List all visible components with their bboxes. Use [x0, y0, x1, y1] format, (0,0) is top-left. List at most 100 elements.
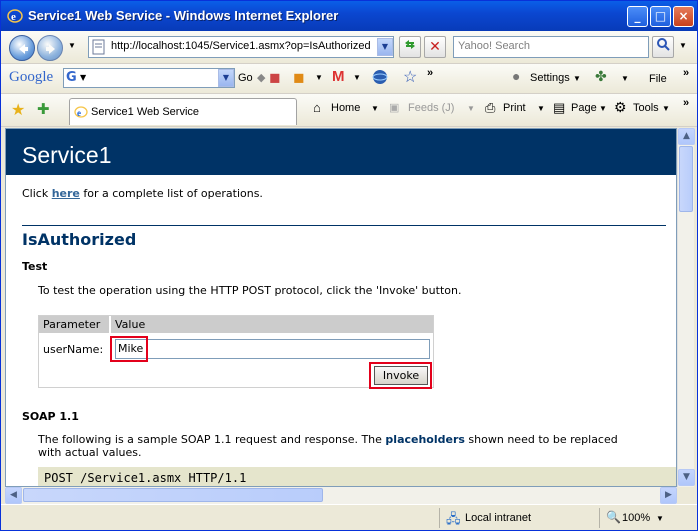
search-placeholder: Yahoo! Search — [458, 40, 530, 52]
zoom-icon: 🔍 — [606, 510, 621, 524]
svg-text:e: e — [77, 108, 81, 118]
tools-menu-dropdown-icon[interactable]: ▼ — [662, 104, 670, 113]
gmail-icon[interactable]: M — [332, 68, 345, 85]
horizontal-scroll-thumb[interactable] — [23, 488, 323, 502]
google-toolbar: Google G ▼ ▼ Go ◆ ◼ ◼ ▼ M ▼ ☆ » ● Settin… — [1, 64, 697, 94]
feeds-dropdown-icon[interactable]: ▼ — [467, 104, 475, 113]
code-line: POST /Service1.asmx HTTP/1.1 — [44, 471, 247, 485]
soap-text-suffix: shown need to be replaced — [464, 433, 618, 446]
browser-window: e Service1 Web Service - Windows Interne… — [0, 0, 698, 531]
window-title: Service1 Web Service - Windows Internet … — [28, 8, 339, 23]
print-icon: ⎙ — [485, 100, 496, 115]
bookmarks-icon[interactable]: ◼ — [269, 69, 281, 86]
zoom-dropdown-icon[interactable]: ▼ — [656, 514, 664, 523]
soap-heading: SOAP 1.1 — [22, 410, 79, 423]
page-icon — [92, 39, 106, 58]
tools-menu-button[interactable]: Tools — [633, 102, 659, 114]
tools-gear-icon[interactable]: ✤ — [595, 68, 607, 85]
username-input[interactable]: Mike — [115, 339, 430, 359]
google-history-dropdown-icon[interactable]: ▼ — [218, 69, 234, 87]
favorites-star-icon[interactable]: ★ — [11, 100, 25, 120]
home-button[interactable]: Home — [331, 102, 360, 114]
horizontal-scrollbar[interactable]: ◀ ▶ — [5, 487, 677, 504]
add-favorites-icon[interactable]: ✚ — [37, 100, 50, 118]
svg-text:e: e — [11, 11, 16, 23]
google-go-button[interactable]: Go — [238, 72, 253, 84]
zone-segment: 🖧 Local intranet — [439, 508, 599, 528]
search-button[interactable] — [652, 36, 674, 58]
tab-page-icon: e — [74, 105, 88, 122]
history-dropdown-icon[interactable]: ▼ — [68, 41, 76, 50]
popup-dropdown-icon[interactable]: ▼ — [315, 73, 323, 82]
google-logo: Google — [9, 69, 54, 85]
stop-button[interactable]: ✕ — [424, 36, 446, 58]
maximize-button[interactable]: □ — [650, 6, 671, 27]
address-bar[interactable]: http://localhost:1045/Service1.asmx?op=I… — [88, 36, 394, 58]
settings-button[interactable]: Settings — [530, 72, 570, 84]
settings-dropdown-icon[interactable]: ▼ — [573, 74, 581, 83]
refresh-button[interactable] — [399, 36, 421, 58]
test-form: Parameter Value userName: Mike Invoke — [38, 315, 434, 389]
operations-list-link[interactable]: here — [52, 187, 80, 200]
code-sample: POST /Service1.asmx HTTP/1.1 — [38, 467, 676, 486]
settings-icon: ● — [512, 68, 521, 84]
minimize-button[interactable]: _ — [627, 6, 648, 27]
globe-icon[interactable] — [371, 68, 389, 89]
zoom-segment[interactable]: 🔍 100% ▼ — [599, 508, 695, 528]
command-overflow-chevron-icon[interactable]: » — [683, 97, 689, 109]
vertical-scroll-thumb[interactable] — [679, 146, 693, 212]
overflow-chevron-icon[interactable]: » — [427, 67, 433, 79]
google-engine-dropdown-icon[interactable]: ▼ — [80, 73, 86, 82]
stop-icon: ✕ — [429, 39, 441, 55]
star-icon[interactable]: ☆ — [403, 67, 417, 87]
search-options-dropdown-icon[interactable]: ▼ — [679, 41, 687, 50]
feeds-button[interactable]: Feeds (J) — [408, 102, 454, 114]
close-button[interactable]: × — [673, 6, 694, 27]
feeds-icon: ▣ — [389, 102, 400, 114]
back-button[interactable] — [9, 35, 35, 61]
print-button[interactable]: Print — [503, 102, 526, 114]
home-dropdown-icon[interactable]: ▼ — [371, 104, 379, 113]
scroll-up-button[interactable]: ▲ — [678, 128, 695, 145]
gmail-dropdown-icon[interactable]: ▼ — [353, 73, 361, 82]
vertical-scrollbar[interactable]: ▲ ▼ — [677, 128, 695, 487]
intro-prefix: Click — [22, 187, 52, 200]
soap-text-prefix: The following is a sample SOAP 1.1 reque… — [38, 433, 386, 446]
intro-suffix: for a complete list of operations. — [79, 187, 263, 200]
title-bar: e Service1 Web Service - Windows Interne… — [1, 1, 697, 31]
address-dropdown-icon[interactable]: ▼ — [377, 38, 393, 56]
intranet-icon: 🖧 — [446, 511, 461, 526]
tab-service1[interactable]: e Service1 Web Service — [69, 98, 297, 125]
status-bar: 🖧 Local intranet 🔍 100% ▼ — [1, 504, 697, 530]
address-url: http://localhost:1045/Service1.asmx?op=I… — [111, 40, 371, 52]
scroll-right-button[interactable]: ▶ — [660, 487, 677, 504]
value-column-header: Value — [115, 318, 146, 331]
page-menu-icon: ▤ — [553, 100, 566, 115]
print-dropdown-icon[interactable]: ▼ — [537, 104, 545, 113]
menu-overflow-chevron-icon[interactable]: » — [683, 67, 689, 79]
search-box[interactable]: Yahoo! Search — [453, 36, 649, 58]
page-header: Service1 — [6, 129, 676, 175]
tools-menu-icon: ⚙ — [614, 99, 627, 115]
ie-logo-icon: e — [7, 8, 23, 24]
scroll-left-button[interactable]: ◀ — [5, 487, 22, 504]
tab-label: Service1 Web Service — [91, 106, 200, 118]
tools-dropdown-icon[interactable]: ▼ — [621, 74, 629, 83]
username-highlight-box — [110, 336, 148, 362]
forward-button[interactable] — [37, 35, 63, 61]
google-search-input[interactable]: G ▼ ▼ — [63, 68, 235, 88]
page-viewport: Service1 Click here for a complete list … — [5, 128, 677, 487]
test-instructions: To test the operation using the HTTP POS… — [38, 284, 462, 297]
magnifier-icon — [657, 38, 670, 51]
page-dropdown-icon[interactable]: ▼ — [599, 104, 607, 113]
back-arrow-icon — [19, 44, 28, 54]
file-menu[interactable]: File — [649, 73, 667, 85]
toolbar-separator-icon: ◆ — [257, 72, 266, 84]
refresh-icon — [405, 40, 415, 49]
popup-blocker-icon[interactable]: ◼ — [293, 69, 305, 86]
scroll-down-button[interactable]: ▼ — [678, 469, 695, 486]
test-heading: Test — [22, 260, 48, 273]
service-title: Service1 — [22, 142, 112, 168]
zoom-level[interactable]: 100% — [622, 512, 650, 524]
page-menu-button[interactable]: Page — [571, 102, 597, 114]
